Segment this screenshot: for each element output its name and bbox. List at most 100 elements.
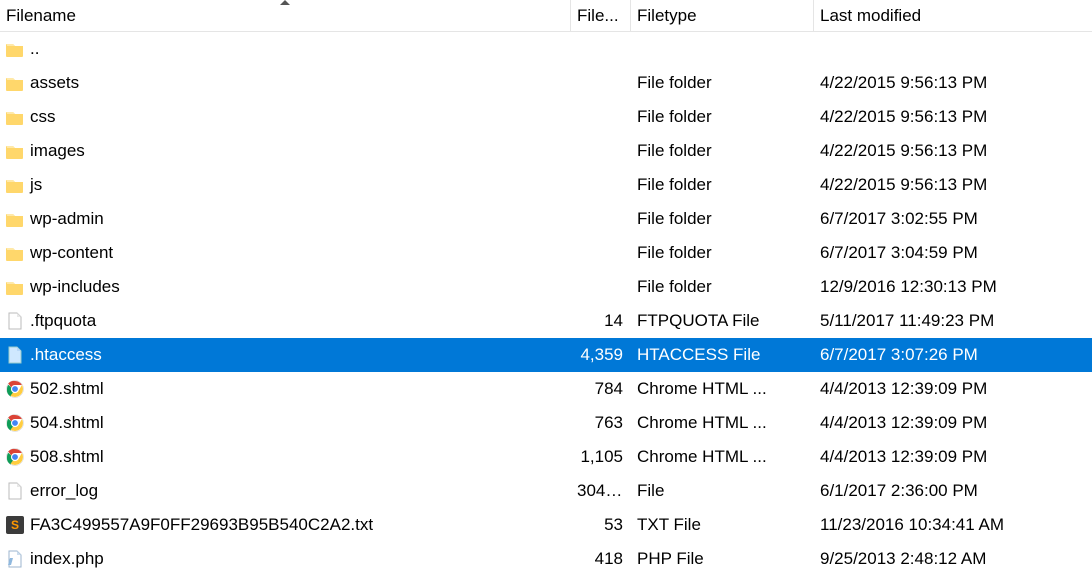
filename-text: wp-includes [30,277,120,297]
cell-filename: wp-content [0,243,571,263]
cell-filename: wp-admin [0,209,571,229]
filename-text: 508.shtml [30,447,104,467]
cell-filename: .. [0,39,571,59]
cell-filesize: 53 [571,515,631,535]
file-row[interactable]: 502.shtml784Chrome HTML ...4/4/2013 12:3… [0,372,1092,406]
cell-modified: 6/7/2017 3:07:26 PM [814,345,1092,365]
cell-filetype: File folder [631,277,814,297]
file-row[interactable]: wp-admin File folder6/7/2017 3:02:55 PM [0,202,1092,236]
cell-modified: 6/7/2017 3:04:59 PM [814,243,1092,263]
file-row[interactable]: css File folder4/22/2015 9:56:13 PM [0,100,1092,134]
folder-icon [6,278,24,296]
cell-filetype: HTACCESS File [631,345,814,365]
cell-filename: 508.shtml [0,447,571,467]
folder-icon [6,210,24,228]
cell-modified: 9/25/2013 2:48:12 AM [814,549,1092,569]
chrome-icon [6,414,24,432]
cell-filetype: Chrome HTML ... [631,413,814,433]
cell-modified: 4/4/2013 12:39:09 PM [814,447,1092,467]
filename-text: error_log [30,481,98,501]
header-modified-label: Last modified [820,6,921,26]
filename-text: .ftpquota [30,311,96,331]
file-row[interactable]: assetsFile folder4/22/2015 9:56:13 PM [0,66,1092,100]
filename-text: images [30,141,85,161]
cell-filename: css [0,107,571,127]
cell-filename: S FA3C499557A9F0FF29693B95B540C2A2.txt [0,515,571,535]
cell-filetype: Chrome HTML ... [631,447,814,467]
cell-filesize: 1,105 [571,447,631,467]
folder-icon [6,142,24,160]
file-icon [6,482,24,500]
filename-text: wp-content [30,243,113,263]
cell-filename: error_log [0,481,571,501]
file-row[interactable]: .htaccess 4,359HTACCESS File6/7/2017 3:07… [0,338,1092,372]
text-editor-icon: S [6,516,24,534]
filename-text: 502.shtml [30,379,104,399]
cell-filename: images [0,141,571,161]
cell-filesize: 784 [571,379,631,399]
filename-text: wp-admin [30,209,104,229]
file-row[interactable]: index.php 418PHP File9/25/2013 2:48:12 AM [0,542,1092,576]
header-filesize[interactable]: File... [571,0,631,31]
cell-modified: 4/22/2015 9:56:13 PM [814,141,1092,161]
cell-filetype: File folder [631,209,814,229]
header-filesize-label: File... [577,6,619,26]
cell-modified: 4/22/2015 9:56:13 PM [814,73,1092,93]
cell-filetype: PHP File [631,549,814,569]
cell-modified: 12/9/2016 12:30:13 PM [814,277,1092,297]
cell-filename: assets [0,73,571,93]
cell-filename: 504.shtml [0,413,571,433]
filename-text: js [30,175,42,195]
file-icon [6,312,24,330]
header-modified[interactable]: Last modified [814,0,1092,31]
filename-text: FA3C499557A9F0FF29693B95B540C2A2.txt [30,515,373,535]
chrome-icon [6,380,24,398]
cell-modified: 4/22/2015 9:56:13 PM [814,107,1092,127]
filename-text: .. [30,39,39,59]
cell-filename: 502.shtml [0,379,571,399]
header-filetype[interactable]: Filetype [631,0,814,31]
header-filename-label: Filename [6,6,76,26]
file-row[interactable]: imagesFile folder4/22/2015 9:56:13 PM [0,134,1092,168]
cell-modified: 4/22/2015 9:56:13 PM [814,175,1092,195]
filename-text: 504.shtml [30,413,104,433]
folder-icon [6,176,24,194]
cell-filesize: 4,359 [571,345,631,365]
file-row[interactable]: S FA3C499557A9F0FF29693B95B540C2A2.txt 53T… [0,508,1092,542]
file-icon [6,346,24,364]
cell-filetype: FTPQUOTA File [631,311,814,331]
cell-filetype: File folder [631,107,814,127]
header-filename[interactable]: Filename [0,0,571,31]
file-row[interactable]: wp-contentFile folder6/7/2017 3:04:59 PM [0,236,1092,270]
file-row[interactable]: wp-includes File folder12/9/2016 12:30:13… [0,270,1092,304]
cell-filesize: 763 [571,413,631,433]
cell-filename: .ftpquota [0,311,571,331]
cell-filesize: 304,... [571,481,631,501]
column-headers: Filename File... Filetype Last modified [0,0,1092,32]
filename-text: css [30,107,56,127]
cell-modified: 4/4/2013 12:39:09 PM [814,413,1092,433]
file-row[interactable]: .. [0,32,1092,66]
cell-modified: 6/7/2017 3:02:55 PM [814,209,1092,229]
filename-text: index.php [30,549,104,569]
file-row[interactable]: js File folder4/22/2015 9:56:13 PM [0,168,1092,202]
cell-modified: 6/1/2017 2:36:00 PM [814,481,1092,501]
file-list: ..assetsFile folder4/22/2015 9:56:13 PMc… [0,32,1092,576]
cell-filetype: TXT File [631,515,814,535]
cell-filename: wp-includes [0,277,571,297]
file-row[interactable]: .ftpquota 14FTPQUOTA File5/11/2017 11:49:… [0,304,1092,338]
cell-filesize: 14 [571,311,631,331]
sort-caret-up-icon [280,0,290,5]
file-row[interactable]: 508.shtml 1,105Chrome HTML ...4/4/2013 12… [0,440,1092,474]
filename-text: assets [30,73,79,93]
file-row[interactable]: error_log304,...File6/1/2017 2:36:00 PM [0,474,1092,508]
file-row[interactable]: 504.shtml 763Chrome HTML ...4/4/2013 12:3… [0,406,1092,440]
cell-filetype: Chrome HTML ... [631,379,814,399]
php-file-icon [6,550,24,568]
folder-icon [6,40,24,58]
cell-filesize: 418 [571,549,631,569]
cell-filetype: File folder [631,175,814,195]
cell-modified: 5/11/2017 11:49:23 PM [814,311,1092,331]
filename-text: .htaccess [30,345,102,365]
folder-icon [6,108,24,126]
